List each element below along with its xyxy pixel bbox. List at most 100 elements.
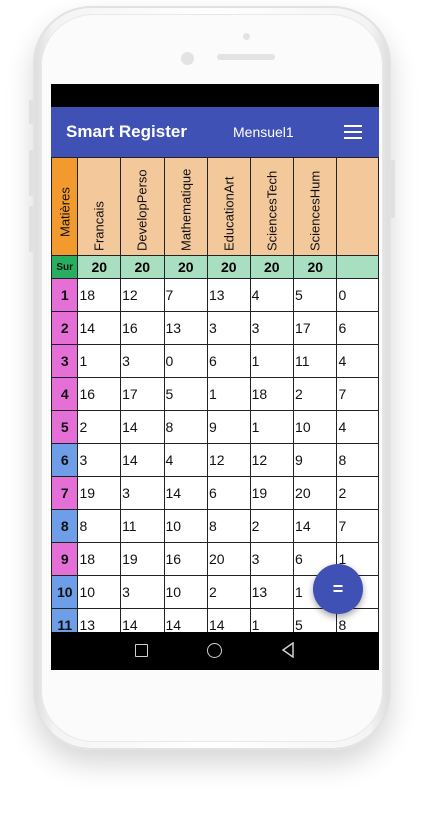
subject-header: DevelopPerso (120, 157, 165, 256)
grade-cell[interactable]: 10 (163, 575, 208, 609)
volume-down-button (29, 206, 33, 252)
subject-header: EducationArt (206, 157, 251, 256)
grade-cell[interactable]: 1 (249, 410, 295, 444)
grade-cell[interactable]: 8 (163, 410, 208, 444)
grade-cell[interactable]: 18 (77, 542, 122, 576)
grade-cell[interactable]: 19 (77, 476, 122, 510)
grade-cell[interactable]: 3 (120, 344, 165, 378)
row-index[interactable]: 5 (51, 410, 79, 444)
row-index[interactable]: 4 (51, 377, 79, 411)
grade-cell[interactable]: 14 (77, 311, 122, 345)
table-row: 7 19 3 14 6 19 20 2 (51, 476, 379, 510)
grade-cell[interactable]: 18 (249, 377, 295, 411)
grade-cell[interactable]: 0 (336, 278, 379, 312)
grade-cell[interactable]: 19 (120, 542, 165, 576)
subject-header: Francais (77, 157, 122, 256)
grade-cell[interactable]: 14 (163, 476, 208, 510)
grade-cell[interactable]: 14 (206, 608, 251, 632)
grade-cell[interactable]: 12 (249, 443, 295, 477)
grade-cell[interactable]: 4 (336, 410, 379, 444)
grade-cell[interactable]: 17 (120, 377, 165, 411)
row-index[interactable]: 10 (51, 575, 79, 609)
grade-cell[interactable]: 7 (163, 278, 208, 312)
grade-cell[interactable]: 6 (336, 311, 379, 345)
row-index[interactable]: 6 (51, 443, 79, 477)
period-selector[interactable]: Mensuel1 (233, 124, 294, 140)
grade-cell[interactable]: 1 (206, 377, 251, 411)
table-row: 8 8 11 10 8 2 14 7 (51, 509, 379, 543)
grade-cell[interactable]: 18 (77, 278, 122, 312)
grade-cell[interactable]: 14 (120, 410, 165, 444)
grade-cell[interactable]: 9 (206, 410, 251, 444)
grade-cell[interactable]: 8 (336, 443, 379, 477)
phone-screen: Smart Register Mensuel1 Matières Francai… (51, 84, 379, 670)
grade-cell[interactable]: 1 (77, 344, 122, 378)
grade-cell[interactable]: 3 (120, 575, 165, 609)
grade-cell[interactable]: 7 (336, 377, 379, 411)
grade-cell[interactable]: 5 (293, 278, 338, 312)
recent-apps-icon[interactable] (135, 644, 148, 657)
grades-table-container[interactable]: Matières Francais DevelopPerso Mathematiqu… (51, 157, 379, 632)
row-index[interactable]: 3 (51, 344, 79, 378)
row-index[interactable]: 1 (51, 278, 79, 312)
grade-cell[interactable]: 3 (77, 443, 122, 477)
grade-cell[interactable]: 16 (120, 311, 165, 345)
grade-cell[interactable]: 1 (249, 344, 295, 378)
grade-cell[interactable]: 3 (249, 311, 295, 345)
row-index[interactable]: 2 (51, 311, 79, 345)
grade-cell[interactable]: 6 (206, 344, 251, 378)
grade-cell[interactable]: 8 (77, 509, 122, 543)
fab-button[interactable]: = (313, 564, 363, 614)
grade-cell[interactable]: 2 (336, 476, 379, 510)
grade-cell[interactable]: 14 (120, 443, 165, 477)
grade-cell[interactable]: 4 (249, 278, 295, 312)
grade-cell[interactable]: 9 (293, 443, 338, 477)
grade-cell[interactable]: 16 (163, 542, 208, 576)
grade-cell[interactable]: 11 (293, 344, 338, 378)
grade-cell[interactable]: 2 (206, 575, 251, 609)
grade-cell[interactable]: 20 (293, 476, 338, 510)
grade-cell[interactable]: 8 (206, 509, 251, 543)
grade-cell[interactable]: 10 (293, 410, 338, 444)
grade-cell[interactable]: 5 (163, 377, 208, 411)
row-index[interactable]: 7 (51, 476, 79, 510)
row-index[interactable]: 8 (51, 509, 79, 543)
grade-cell[interactable]: 2 (249, 509, 295, 543)
grade-cell[interactable]: 4 (336, 344, 379, 378)
row-index[interactable]: 9 (51, 542, 79, 576)
grade-cell[interactable]: 13 (249, 575, 295, 609)
grade-cell[interactable]: 13 (77, 608, 122, 632)
grade-cell[interactable]: 13 (206, 278, 251, 312)
back-icon[interactable] (281, 642, 295, 658)
subject-label: SciencesTech (264, 170, 280, 251)
row-index[interactable]: 11 (51, 608, 79, 632)
corner-label: Matières (57, 187, 73, 237)
grade-cell[interactable]: 14 (163, 608, 208, 632)
grade-cell[interactable]: 1 (249, 608, 295, 632)
grade-cell[interactable]: 12 (120, 278, 165, 312)
grade-cell[interactable]: 17 (293, 311, 338, 345)
grade-cell[interactable]: 3 (120, 476, 165, 510)
grade-cell[interactable]: 13 (163, 311, 208, 345)
subjects-corner-header: Matières (51, 157, 79, 256)
home-icon[interactable] (207, 643, 222, 658)
menu-icon[interactable] (344, 125, 362, 139)
grade-cell[interactable]: 11 (120, 509, 165, 543)
grade-cell[interactable]: 4 (163, 443, 208, 477)
grade-cell[interactable]: 10 (163, 509, 208, 543)
grade-cell[interactable]: 0 (163, 344, 208, 378)
grade-cell[interactable]: 2 (77, 410, 122, 444)
table-row: 1 18 12 7 13 4 5 0 (51, 278, 379, 312)
grade-cell[interactable]: 3 (249, 542, 295, 576)
grade-cell[interactable]: 14 (293, 509, 338, 543)
grade-cell[interactable]: 7 (336, 509, 379, 543)
grade-cell[interactable]: 16 (77, 377, 122, 411)
grade-cell[interactable]: 2 (293, 377, 338, 411)
grade-cell[interactable]: 20 (206, 542, 251, 576)
grade-cell[interactable]: 10 (77, 575, 122, 609)
grade-cell[interactable]: 6 (206, 476, 251, 510)
grade-cell[interactable]: 19 (249, 476, 295, 510)
grade-cell[interactable]: 12 (206, 443, 251, 477)
grade-cell[interactable]: 3 (206, 311, 251, 345)
grade-cell[interactable]: 14 (120, 608, 165, 632)
